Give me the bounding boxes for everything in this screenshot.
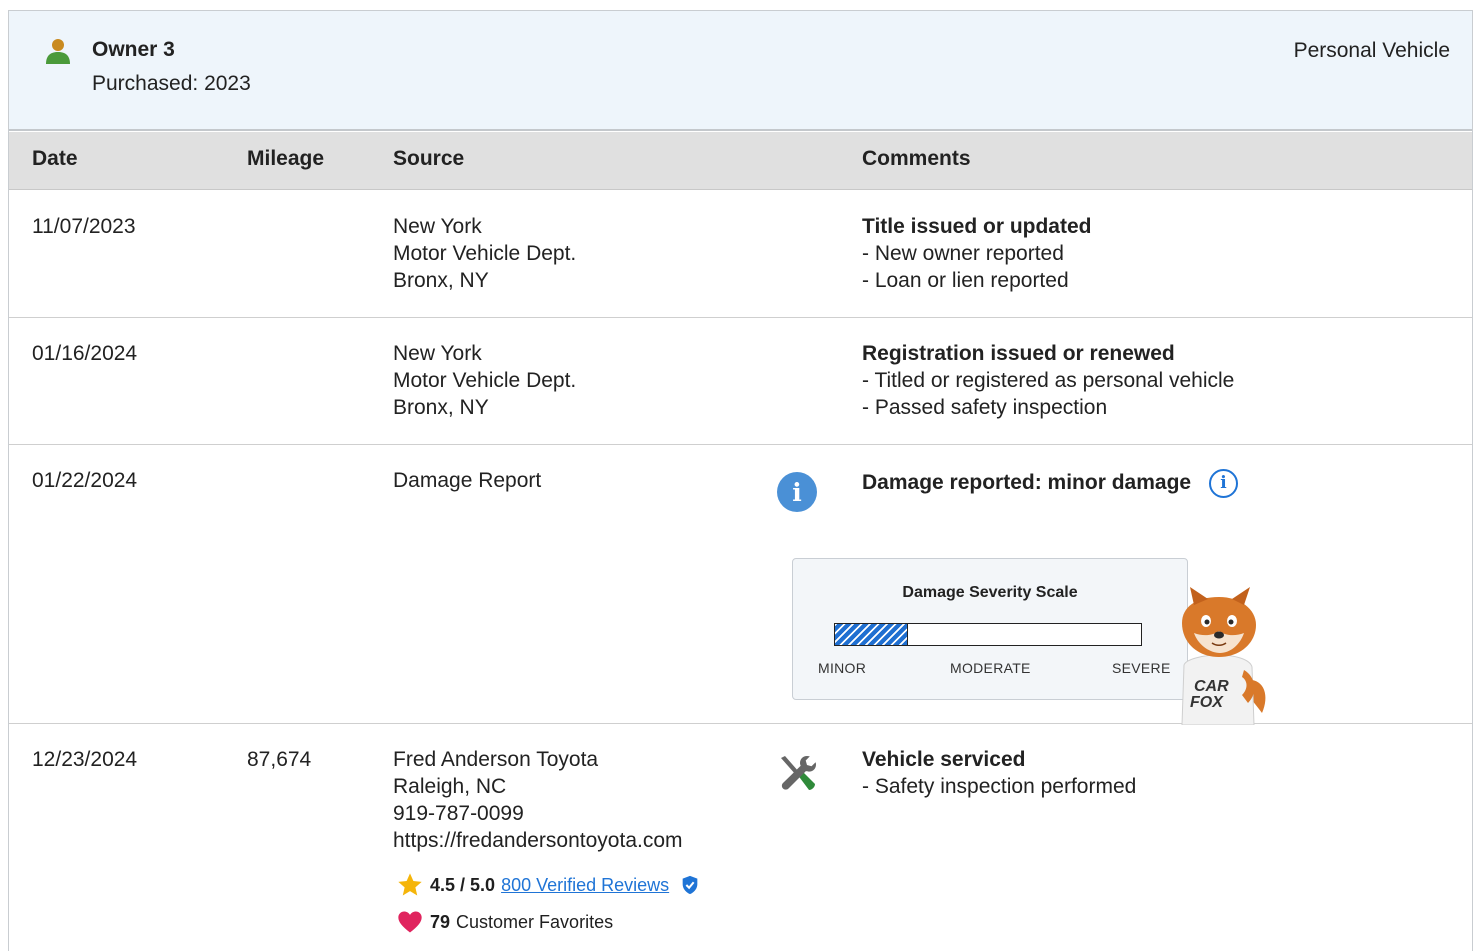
owner-history-card: Owner 3 Purchased: 2023 Personal Vehicle… [8, 10, 1473, 951]
source-phone[interactable]: 919-787-0099 [393, 800, 683, 827]
verified-reviews-link[interactable]: 800 Verified Reviews [501, 875, 669, 896]
source-website[interactable]: https://fredandersontoyota.com [393, 827, 683, 854]
table-row: 01/22/2024 Damage Report i Damage report… [9, 445, 1472, 725]
source-line: Bronx, NY [393, 396, 489, 419]
comment-item: - Titled or registered as personal vehic… [862, 369, 1235, 392]
row-source: New York Motor Vehicle Dept. Bronx, NY [393, 213, 576, 294]
table-row: 11/07/2023 New York Motor Vehicle Dept. … [9, 191, 1472, 318]
comment-title: Damage reported: minor damage [862, 471, 1192, 495]
severity-fill [835, 624, 909, 645]
comment-item: - New owner reported [862, 242, 1064, 265]
heart-icon [398, 911, 422, 933]
source-line: New York [393, 215, 482, 238]
rating-line: 4.5 / 5.0 800 Verified Reviews [396, 871, 701, 899]
mascot-shirt-text-2: FOX [1190, 694, 1224, 711]
person-icon [46, 39, 70, 64]
favorites-line: 79 Customer Favorites [396, 908, 613, 936]
header-date: Date [32, 147, 78, 170]
source-line: Motor Vehicle Dept. [393, 242, 577, 265]
source-line: Motor Vehicle Dept. [393, 369, 577, 392]
owner-header: Owner 3 Purchased: 2023 Personal Vehicle [9, 11, 1472, 131]
header-comments: Comments [862, 147, 971, 170]
star-icon [398, 873, 422, 896]
header-source: Source [393, 147, 465, 170]
row-date: 11/07/2023 [32, 215, 136, 238]
row-date: 01/16/2024 [32, 342, 138, 365]
scale-label-severe: SEVERE [1112, 660, 1171, 676]
scale-title: Damage Severity Scale [902, 584, 1078, 601]
severity-bar [834, 623, 1142, 646]
carfox-mascot: CAR FOX [1181, 587, 1266, 725]
source-line: Raleigh, NC [393, 775, 507, 798]
comment-item: - Loan or lien reported [862, 269, 1069, 292]
info-icon: i [777, 472, 817, 512]
row-source: Damage Report [393, 467, 541, 494]
owner-name: Owner 3 [92, 38, 175, 61]
table-row: 01/16/2024 New York Motor Vehicle Dept. … [9, 318, 1472, 445]
source-line: Fred Anderson Toyota [393, 748, 599, 771]
row-comments: Title issued or updated - New owner repo… [862, 213, 1091, 294]
source-line: Bronx, NY [393, 269, 489, 292]
favorites-count: 79 [430, 911, 451, 932]
source-line: Damage Report [393, 469, 542, 492]
row-comments: Registration issued or renewed - Titled … [862, 340, 1234, 421]
owner-vehicle-type: Personal Vehicle [1293, 39, 1450, 62]
table-header: Date Mileage Source Comments [9, 132, 1472, 190]
row-source: New York Motor Vehicle Dept. Bronx, NY [393, 340, 576, 421]
row-source: Fred Anderson Toyota Raleigh, NC 919-787… [393, 746, 683, 854]
comment-title: Title issued or updated [862, 215, 1092, 238]
scale-label-minor: MINOR [818, 660, 867, 676]
row-comments: Damage reported: minor damage i [862, 469, 1238, 498]
comment-title: Registration issued or renewed [862, 342, 1175, 365]
damage-severity-scale: Damage Severity Scale MINOR MODERATE SEV… [792, 558, 1188, 700]
row-mileage: 87,674 [247, 748, 312, 771]
favorites-label: Customer Favorites [456, 911, 614, 932]
verified-shield-icon [682, 875, 698, 895]
table-row: 12/23/2024 87,674 Fred Anderson Toyota R… [9, 724, 1472, 951]
row-date: 01/22/2024 [32, 469, 138, 492]
comment-title: Vehicle serviced [862, 748, 1026, 771]
info-outline-icon[interactable]: i [1208, 469, 1238, 498]
header-mileage: Mileage [247, 147, 325, 170]
rating-score: 4.5 / 5.0 [430, 874, 496, 895]
owner-purchased: Purchased: 2023 [92, 72, 251, 95]
wrench-screwdriver-icon [781, 756, 816, 790]
scale-label-moderate: MODERATE [950, 660, 1031, 676]
comment-item: - Safety inspection performed [862, 775, 1137, 798]
row-comments: Vehicle serviced - Safety inspection per… [862, 746, 1136, 800]
source-line: New York [393, 342, 482, 365]
row-date: 12/23/2024 [32, 748, 138, 771]
comment-item: - Passed safety inspection [862, 396, 1108, 419]
mascot-shirt-text-1: CAR [1194, 678, 1229, 695]
